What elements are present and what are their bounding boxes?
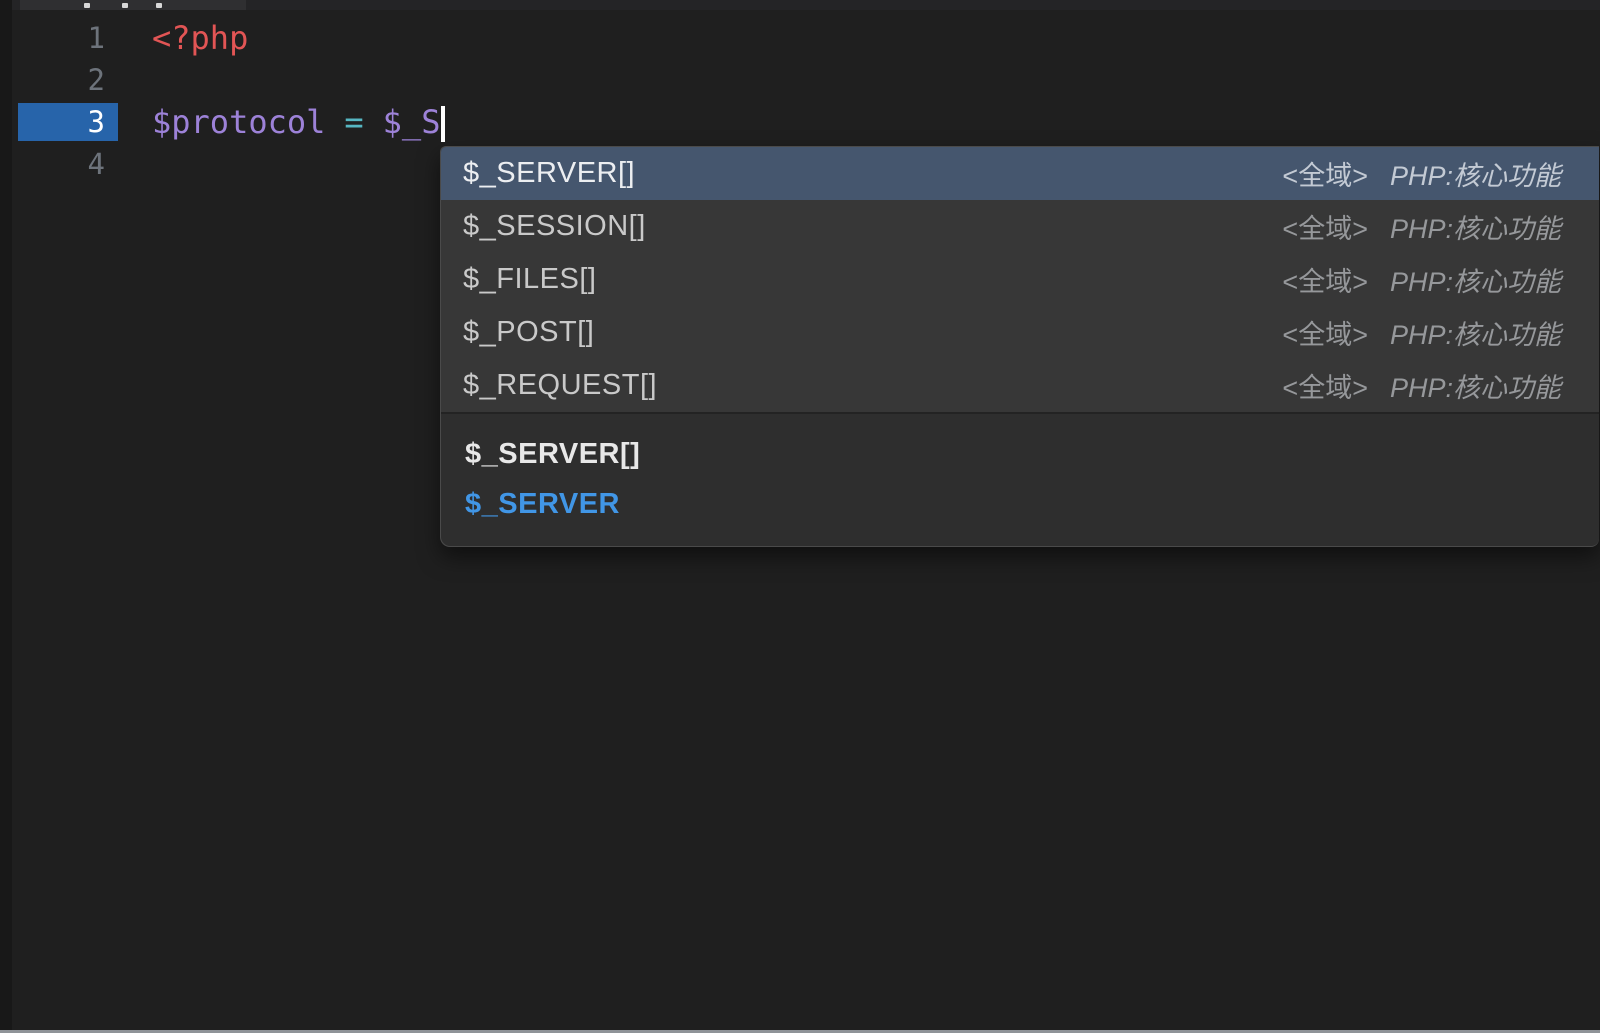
typed-prefix-token: $_S <box>383 103 441 141</box>
active-editor-tab[interactable] <box>20 0 246 10</box>
line-number: 1 <box>12 21 105 55</box>
doc-signature: $_SERVER[] <box>465 436 1575 472</box>
line-number: 2 <box>12 63 105 97</box>
php-open-tag: <?php <box>152 19 248 57</box>
suggestion-scope: <全域> <box>1282 313 1368 352</box>
suggestion-scope: <全域> <box>1282 154 1368 193</box>
code-line-2: 2 <box>12 59 1600 101</box>
code-line-3: 3 $protocol = $_S <box>12 101 1600 143</box>
code-text: $protocol = $_S <box>152 103 445 142</box>
text-cursor <box>441 106 445 142</box>
suggestion-origin: PHP:核心功能 <box>1390 366 1561 405</box>
suggestion-item-post[interactable]: $_POST[] <全域> PHP:核心功能 <box>441 306 1599 359</box>
suggestion-origin: PHP:核心功能 <box>1390 313 1561 352</box>
tab-title-fragment <box>84 3 90 8</box>
line-number: 3 <box>12 105 105 139</box>
suggestion-item-server[interactable]: $_SERVER[] <全域> PHP:核心功能 <box>441 147 1599 200</box>
tab-title-fragment <box>156 3 162 8</box>
suggestion-item-request[interactable]: $_REQUEST[] <全域> PHP:核心功能 <box>441 359 1599 412</box>
suggestion-meta: <全域> PHP:核心功能 <box>1282 366 1561 405</box>
suggestion-label: $_POST[] <box>463 316 594 349</box>
suggestion-label: $_FILES[] <box>463 263 596 296</box>
suggestion-item-session[interactable]: $_SESSION[] <全域> PHP:核心功能 <box>441 200 1599 253</box>
activity-bar-edge <box>0 0 12 1033</box>
suggestion-label: $_SERVER[] <box>463 157 635 190</box>
suggestion-doc-panel: $_SERVER[] $_SERVER <box>441 412 1599 546</box>
autocomplete-widget: $_SERVER[] <全域> PHP:核心功能 $_SESSION[] <全域… <box>440 146 1599 547</box>
suggestion-origin: PHP:核心功能 <box>1390 260 1561 299</box>
suggestion-list: $_SERVER[] <全域> PHP:核心功能 $_SESSION[] <全域… <box>441 147 1599 412</box>
assignment-operator-token: = <box>344 103 363 141</box>
line-number: 4 <box>12 147 105 181</box>
suggestion-item-files[interactable]: $_FILES[] <全域> PHP:核心功能 <box>441 253 1599 306</box>
suggestion-label: $_SESSION[] <box>463 210 646 243</box>
code-line-1: 1 <?php <box>12 17 1600 59</box>
tab-bar <box>12 0 1600 10</box>
tab-title-fragment <box>122 3 128 8</box>
variable-token: $protocol <box>152 103 325 141</box>
suggestion-meta: <全域> PHP:核心功能 <box>1282 207 1561 246</box>
suggestion-scope: <全域> <box>1282 207 1368 246</box>
suggestion-origin: PHP:核心功能 <box>1390 207 1561 246</box>
code-text: <?php <box>152 19 248 57</box>
suggestion-meta: <全域> PHP:核心功能 <box>1282 313 1561 352</box>
suggestion-meta: <全域> PHP:核心功能 <box>1282 260 1561 299</box>
doc-server-link[interactable]: $_SERVER <box>465 486 1575 522</box>
suggestion-scope: <全域> <box>1282 260 1368 299</box>
suggestion-origin: PHP:核心功能 <box>1390 154 1561 193</box>
code-editor-window: 1 <?php 2 3 $protocol = $_S 4 $_SERVER[] <… <box>0 0 1600 1033</box>
suggestion-scope: <全域> <box>1282 366 1368 405</box>
suggestion-meta: <全域> PHP:核心功能 <box>1282 154 1561 193</box>
suggestion-label: $_REQUEST[] <box>463 369 657 402</box>
